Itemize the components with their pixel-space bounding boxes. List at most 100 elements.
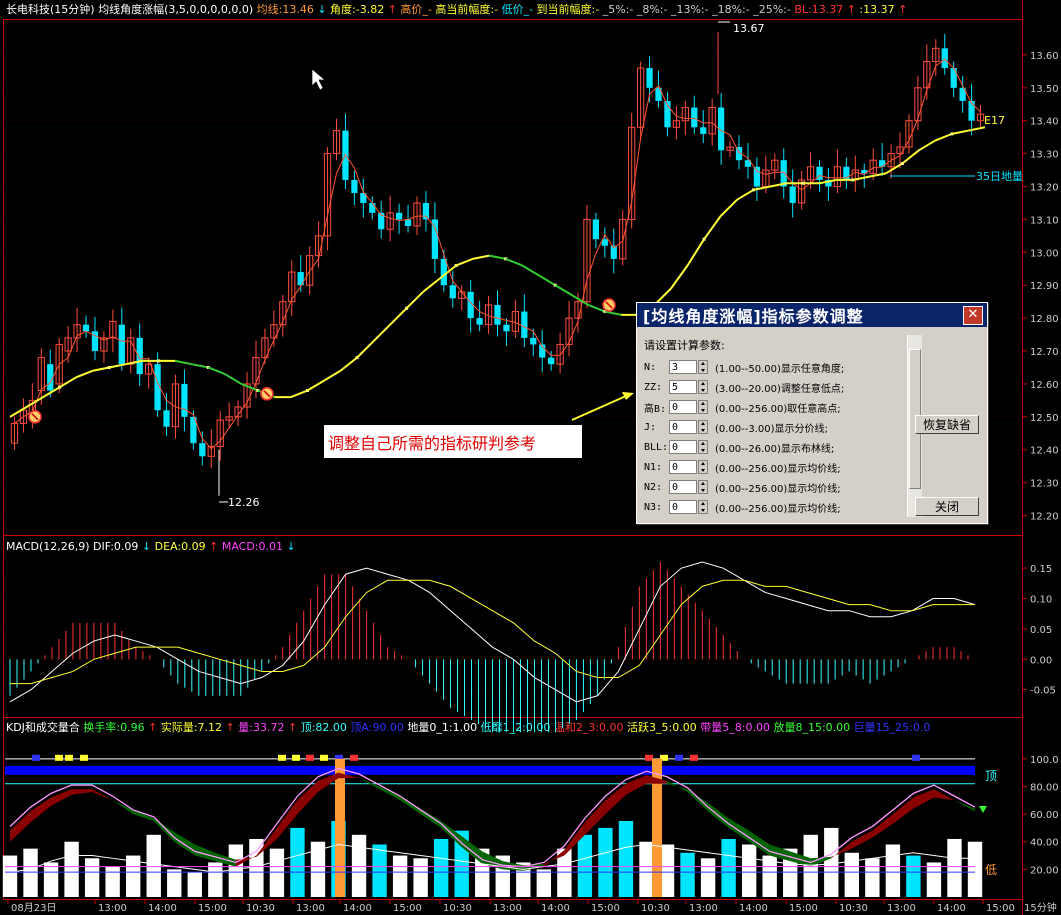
volume-bar[interactable] bbox=[947, 838, 962, 897]
candle-body[interactable] bbox=[404, 219, 412, 226]
volume-bar[interactable] bbox=[351, 834, 367, 897]
volume-bar[interactable] bbox=[824, 827, 839, 897]
spin-icon[interactable] bbox=[698, 380, 708, 394]
volume-bar[interactable] bbox=[639, 841, 654, 897]
volume-bar[interactable] bbox=[187, 872, 202, 897]
candle-body[interactable] bbox=[968, 100, 975, 121]
volume-bar[interactable] bbox=[680, 852, 695, 897]
candle-body[interactable] bbox=[136, 337, 143, 375]
volume-bar[interactable] bbox=[885, 844, 901, 897]
candle-body[interactable] bbox=[494, 304, 501, 325]
candle-body[interactable] bbox=[789, 186, 796, 203]
y-tick-label: 12.50 bbox=[1030, 413, 1059, 424]
volume-bar[interactable] bbox=[64, 841, 79, 897]
y-tick-label: 60.00 bbox=[1030, 810, 1059, 821]
volume-bar[interactable] bbox=[577, 834, 593, 897]
spin-icon[interactable] bbox=[698, 400, 708, 414]
volume-bar[interactable] bbox=[906, 855, 921, 897]
volume-bar[interactable] bbox=[43, 862, 59, 897]
indicator-param-dialog[interactable]: [均线角度涨幅]指标参数调整 ✕ 请设置计算参数: N: (1.00--50.00… bbox=[636, 302, 988, 524]
param-input[interactable] bbox=[669, 460, 697, 474]
title-part: 带量5_8:0.00 bbox=[697, 721, 770, 734]
x-tick-label: 10:30 bbox=[443, 903, 472, 914]
volume-bar[interactable] bbox=[721, 838, 736, 897]
candle-body[interactable] bbox=[431, 219, 439, 259]
volume-bar[interactable] bbox=[269, 848, 285, 897]
volume-bar[interactable] bbox=[23, 848, 38, 897]
volume-bar[interactable] bbox=[700, 858, 716, 897]
title-part: ↑ bbox=[206, 540, 219, 553]
candle-body[interactable] bbox=[521, 311, 528, 338]
param-input[interactable] bbox=[669, 480, 697, 494]
candle-body[interactable] bbox=[592, 219, 600, 240]
volume-bar[interactable] bbox=[105, 866, 120, 897]
volume-bar[interactable] bbox=[598, 827, 613, 897]
candle-body[interactable] bbox=[369, 202, 376, 213]
title-part: MACD(12,26,9) bbox=[6, 540, 90, 553]
high-price-label: 13.67 bbox=[733, 22, 765, 35]
volume-bar[interactable] bbox=[2, 855, 18, 897]
dialog-close-icon[interactable]: ✕ bbox=[963, 306, 983, 325]
volume-bar[interactable] bbox=[290, 827, 305, 897]
spin-icon[interactable] bbox=[698, 480, 708, 494]
param-input[interactable] bbox=[669, 440, 697, 454]
candle-body[interactable] bbox=[163, 410, 170, 427]
x-tick-label: 14:00 bbox=[343, 903, 372, 914]
volume-bar[interactable] bbox=[618, 821, 634, 897]
candle-body[interactable] bbox=[440, 258, 447, 286]
candle-body[interactable] bbox=[82, 324, 90, 332]
volume-bar[interactable] bbox=[926, 862, 942, 897]
volume-bar[interactable] bbox=[372, 844, 387, 897]
spin-icon[interactable] bbox=[698, 440, 708, 454]
y-tick-label: 80.00 bbox=[1030, 782, 1059, 793]
y-tick-label: 12.30 bbox=[1030, 479, 1059, 490]
candle-body[interactable] bbox=[199, 443, 206, 457]
candle-body[interactable] bbox=[646, 68, 653, 88]
volume-bar[interactable] bbox=[84, 858, 100, 897]
candle-body[interactable] bbox=[351, 179, 358, 194]
volume-bar[interactable] bbox=[536, 869, 552, 897]
candle-body[interactable] bbox=[700, 127, 707, 134]
volume-bar[interactable] bbox=[865, 858, 880, 897]
candle-body[interactable] bbox=[691, 107, 698, 128]
volume-bar[interactable] bbox=[392, 855, 408, 897]
param-input[interactable] bbox=[669, 400, 697, 414]
restore-default-button[interactable]: 恢复缺省 bbox=[915, 415, 979, 434]
volume-bar[interactable] bbox=[967, 841, 983, 897]
spin-icon[interactable] bbox=[698, 420, 708, 434]
volume-bar[interactable] bbox=[146, 834, 161, 897]
spin-icon[interactable] bbox=[698, 460, 708, 474]
param-input[interactable] bbox=[669, 360, 697, 374]
close-button[interactable]: 关闭 bbox=[915, 497, 979, 516]
candle-body[interactable] bbox=[118, 324, 125, 365]
candle-body[interactable] bbox=[181, 383, 188, 417]
title-part: 巨量15_25:0.0 bbox=[850, 721, 930, 734]
candle-body[interactable] bbox=[941, 48, 948, 69]
param-row: N1: (0.00--256.00)显示均价线; bbox=[644, 457, 906, 477]
param-input[interactable] bbox=[669, 500, 697, 514]
spin-icon[interactable] bbox=[698, 500, 708, 514]
candle-body[interactable] bbox=[503, 324, 510, 332]
candle-body[interactable] bbox=[753, 166, 761, 187]
candle-body[interactable] bbox=[879, 160, 886, 167]
candle-body[interactable] bbox=[950, 68, 957, 88]
volume-bar[interactable] bbox=[228, 844, 244, 897]
volume-bar[interactable] bbox=[167, 869, 182, 897]
spin-icon[interactable] bbox=[698, 360, 708, 374]
candle-body[interactable] bbox=[548, 357, 555, 365]
candle-body[interactable] bbox=[422, 202, 430, 220]
candle-body[interactable] bbox=[530, 337, 537, 345]
volume-bar[interactable] bbox=[208, 862, 223, 897]
volume-bar[interactable] bbox=[433, 838, 449, 897]
low-price-label: 12.26 bbox=[228, 496, 260, 509]
candle-body[interactable] bbox=[476, 318, 483, 325]
period-label[interactable]: 15分钟 bbox=[1024, 901, 1057, 914]
volume-bar[interactable] bbox=[413, 858, 428, 897]
volume-bar[interactable] bbox=[249, 838, 264, 897]
candle-body[interactable] bbox=[395, 212, 403, 220]
param-input[interactable] bbox=[669, 380, 697, 394]
candle-body[interactable] bbox=[449, 285, 456, 299]
param-input[interactable] bbox=[669, 420, 697, 434]
volume-bar[interactable] bbox=[844, 852, 859, 897]
volume-bar[interactable] bbox=[741, 844, 757, 897]
